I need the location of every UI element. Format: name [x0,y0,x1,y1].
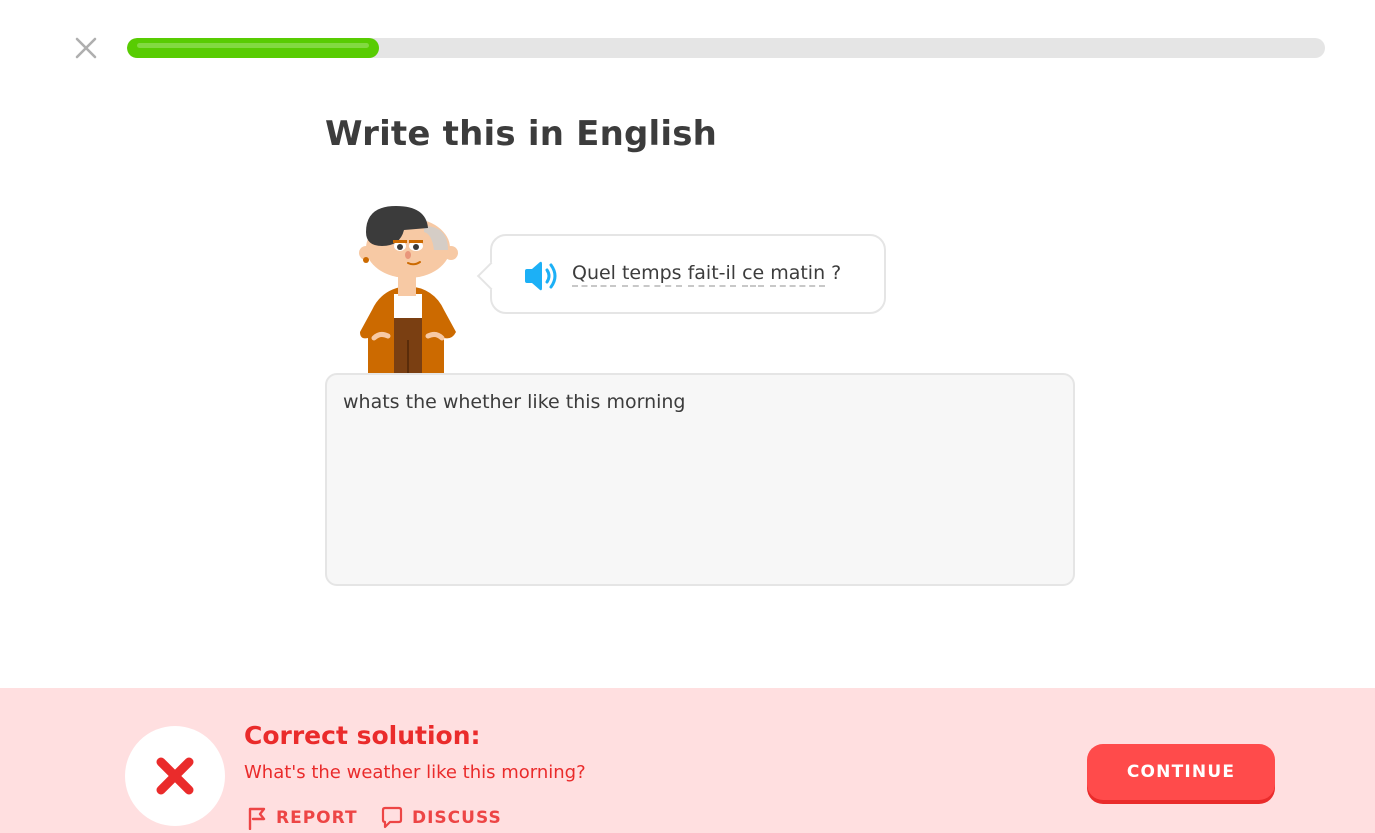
prompt-word[interactable]: temps [621,262,682,287]
prompt-word[interactable]: Quel [572,262,616,287]
prompt-word[interactable]: matin [770,262,826,287]
prompt-word[interactable]: ce [742,262,765,287]
play-audio-button[interactable] [522,260,560,292]
lesson-screen: Write this in English Quel temps fait-il… [0,0,1375,833]
flag-icon [248,807,266,830]
report-button[interactable]: REPORT [246,806,358,830]
close-icon [75,37,97,59]
feedback-heading: Correct solution: [244,721,481,750]
discuss-label: DISCUSS [412,808,502,828]
chat-bubble-icon [381,806,403,829]
character-illustration [359,206,458,374]
correct-solution-text: What's the weather like this morning? [244,762,586,783]
prompt-punctuation: ? [831,262,842,284]
lesson-progress-bar [127,38,1325,58]
prompt-sentence: Quel temps fait-il ce matin ? [572,262,841,287]
answer-input[interactable] [325,373,1075,586]
speech-bubble-tail [476,261,506,291]
speech-bubble: Quel temps fait-il ce matin ? [476,234,886,314]
feedback-footer: Correct solution: What's the weather lik… [0,688,1375,833]
continue-button[interactable]: CONTINUE [1087,744,1275,800]
progress-shine [137,43,369,48]
challenge-title: Write this in English [325,114,718,154]
speaker-icon [525,261,557,291]
close-button[interactable] [72,34,100,62]
prompt-word[interactable]: fait-il [687,262,737,287]
report-label: REPORT [276,808,358,828]
x-mark-icon [156,757,194,795]
result-badge [125,726,225,826]
lesson-progress-fill [127,38,379,58]
discuss-button[interactable]: DISCUSS [380,806,502,830]
